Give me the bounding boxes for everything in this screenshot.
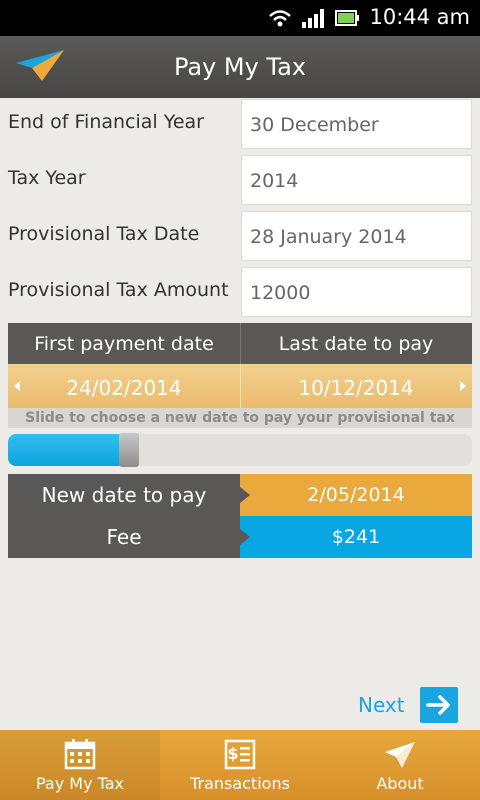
nav-item-pay-my-tax[interactable]: Pay My Tax — [0, 730, 160, 800]
page-title: Pay My Tax — [173, 53, 307, 81]
fee-row: Fee $241 — [8, 516, 472, 558]
nav-item-transactions[interactable]: $ Transactions — [160, 730, 320, 800]
new-date-value: 2/05/2014 — [240, 474, 472, 516]
form-row-end-of-year: End of Financial Year 30 December — [0, 99, 480, 151]
last-date-to-pay-label: Last date to pay — [278, 333, 434, 355]
clock: 10:44 am — [369, 5, 470, 29]
date-range-values: 24/02/2014 10/12/2014 — [8, 364, 472, 408]
action-bar: Pay My Tax — [0, 36, 480, 98]
svg-text:$: $ — [227, 744, 238, 763]
calendar-icon — [64, 739, 96, 770]
wifi-icon — [269, 10, 291, 27]
provisional-tax-date-field[interactable]: 28 January 2014 — [241, 211, 472, 261]
form-row-provisional-date: Provisional Tax Date 28 January 2014 — [0, 211, 480, 263]
field-label: End of Financial Year — [8, 111, 204, 133]
nav-item-about[interactable]: About — [320, 730, 480, 800]
arrow-right-icon — [460, 381, 466, 391]
fee-label: Fee — [8, 516, 250, 558]
receipt-dollar-icon: $ — [224, 739, 256, 770]
nav-label: About — [376, 774, 424, 793]
first-payment-date-label: First payment date — [34, 333, 214, 355]
new-date-label: New date to pay — [8, 474, 250, 516]
nav-label: Pay My Tax — [35, 774, 125, 793]
paper-plane-icon — [385, 742, 415, 768]
arrow-right-icon — [426, 695, 450, 715]
form-row-tax-year: Tax Year 2014 — [0, 155, 480, 207]
signal-icon — [302, 9, 324, 28]
date-range-header: First payment date Last date to pay — [8, 323, 472, 371]
nav-label: Transactions — [190, 774, 290, 793]
field-label: Provisional Tax Amount — [8, 279, 229, 301]
slider-thumb[interactable] — [119, 433, 139, 467]
fee-value: $241 — [240, 516, 472, 558]
slider-hint: Slide to choose a new date to pay your p… — [8, 408, 472, 428]
provisional-tax-amount-field[interactable]: 12000 — [241, 267, 472, 317]
next-button[interactable] — [420, 687, 458, 723]
last-date-to-pay-value: 10/12/2014 — [298, 376, 414, 400]
new-date-row: New date to pay 2/05/2014 — [8, 474, 472, 516]
slider-fill — [8, 434, 129, 466]
tax-year-field[interactable]: 2014 — [241, 155, 472, 205]
end-of-year-field[interactable]: 30 December — [241, 99, 472, 149]
next-link[interactable]: Next — [358, 693, 405, 717]
field-label: Tax Year — [8, 167, 86, 189]
status-bar: 10:44 am — [0, 0, 480, 36]
bottom-nav: Pay My Tax $ Transactions About — [0, 730, 480, 800]
battery-icon — [335, 10, 359, 26]
form-row-provisional-amount: Provisional Tax Amount 12000 — [0, 267, 480, 319]
field-label: Provisional Tax Date — [8, 223, 200, 245]
first-payment-date-value: 24/02/2014 — [66, 376, 182, 400]
date-slider[interactable] — [8, 433, 472, 467]
